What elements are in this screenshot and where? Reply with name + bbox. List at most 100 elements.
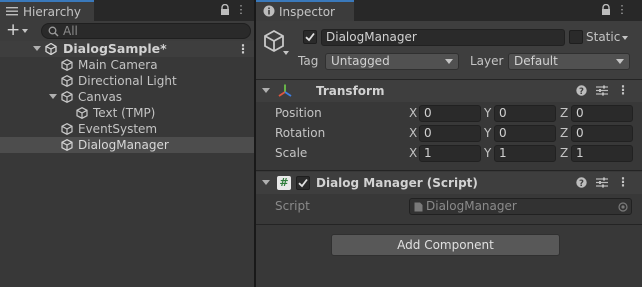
hierarchy-item-eventsystem[interactable]: EventSystem [0, 121, 254, 137]
tab-hierarchy[interactable]: Hierarchy [0, 0, 94, 21]
csharp-script-icon: # [277, 176, 291, 190]
active-toggle-checkbox[interactable] [303, 30, 317, 44]
scene-menu-icon[interactable]: ⋮ [237, 41, 249, 57]
transform-title: Transform [316, 84, 385, 98]
axis-x-label[interactable]: X [409, 105, 417, 122]
hierarchy-tab-menu-icon[interactable]: ⋮ [234, 3, 248, 17]
checkmark-icon [305, 32, 315, 42]
script-file-icon [414, 202, 423, 212]
icon-select-caret-icon[interactable] [283, 51, 289, 55]
inspector-tab-bar: Inspector ⋮ [256, 0, 642, 21]
inspector-tab-menu-icon[interactable]: ⋮ [615, 3, 629, 17]
hierarchy-item-canvas[interactable]: Canvas [0, 89, 254, 105]
axis-z-label[interactable]: Z [560, 105, 568, 122]
axis-y-label[interactable]: Y [484, 145, 491, 162]
position-label: Position [275, 106, 322, 120]
tab-hierarchy-label: Hierarchy [23, 5, 82, 19]
hierarchy-item-text-tmp[interactable]: Text (TMP) [0, 105, 254, 121]
static-checkbox[interactable] [569, 30, 583, 44]
component-menu-icon[interactable]: ⋮ [617, 175, 629, 189]
scene-row[interactable]: DialogSample* ⋮ [0, 41, 254, 57]
script-component-header[interactable]: # Dialog Manager (Script) ? ⋮ [256, 172, 642, 194]
rotation-y-field[interactable]: 0 [494, 125, 556, 142]
help-icon[interactable]: ? [576, 177, 587, 188]
position-z-field[interactable]: 0 [571, 105, 633, 122]
preset-sliders-icon[interactable] [596, 85, 608, 96]
hierarchy-toolbar: + All [0, 20, 254, 41]
scene-expand-arrow-icon[interactable] [33, 46, 41, 51]
create-dropdown-caret-icon[interactable] [22, 29, 28, 33]
rotation-x-field[interactable]: 0 [419, 125, 481, 142]
axis-y-label[interactable]: Y [484, 105, 491, 122]
lock-icon[interactable] [601, 4, 611, 16]
search-placeholder: All [63, 24, 78, 38]
gameobject-cube-icon [61, 139, 73, 151]
tab-inspector-label: Inspector [279, 5, 335, 19]
transform-axes-icon [278, 84, 292, 97]
object-name-field[interactable]: DialogManager [321, 29, 565, 46]
gameobject-cube-icon [61, 59, 73, 71]
object-picker-icon [618, 202, 628, 212]
hamburger-list-icon [6, 7, 18, 16]
tab-inspector[interactable]: Inspector [256, 0, 354, 21]
scale-x-field[interactable]: 1 [419, 145, 481, 162]
gameobject-cube-icon [61, 75, 73, 87]
position-x-field[interactable]: 0 [419, 105, 481, 122]
transform-header[interactable]: Transform ? ⋮ [256, 80, 642, 102]
hierarchy-tab-bar: Hierarchy ⋮ [0, 0, 254, 21]
axis-z-label[interactable]: Z [560, 125, 568, 142]
lock-icon[interactable] [220, 4, 230, 16]
static-label: Static [586, 30, 621, 44]
gameobject-large-cube-icon[interactable] [262, 29, 286, 53]
hierarchy-item-label: Text (TMP) [93, 106, 156, 120]
axis-x-label[interactable]: X [409, 145, 417, 162]
script-enabled-checkbox[interactable] [296, 176, 310, 190]
canvas-expand-arrow-icon[interactable] [49, 94, 57, 99]
gameobject-cube-icon [61, 123, 73, 135]
hierarchy-item-dialogmanager[interactable]: DialogManager [0, 137, 254, 153]
rotation-z-field[interactable]: 0 [571, 125, 633, 142]
transform-separator [256, 170, 642, 171]
hierarchy-item-label: EventSystem [78, 122, 158, 136]
search-icon [48, 26, 59, 37]
hierarchy-item-label: DialogManager [78, 138, 169, 152]
hierarchy-panel: Hierarchy ⋮ + All DialogSample* ⋮ Main C… [0, 0, 254, 287]
svg-text:?: ? [579, 87, 584, 96]
preset-sliders-icon[interactable] [596, 177, 608, 188]
add-component-button[interactable]: Add Component [331, 234, 560, 256]
script-label: Script [275, 199, 310, 213]
svg-text:?: ? [579, 179, 584, 188]
transform-foldout-arrow-icon[interactable] [262, 88, 270, 93]
chevron-down-icon [445, 59, 453, 64]
unity-scene-icon [45, 43, 57, 55]
scene-name: DialogSample* [63, 41, 167, 56]
rotation-label: Rotation [275, 126, 326, 140]
create-plus-icon[interactable]: + [6, 20, 20, 40]
gameobject-cube-icon [61, 91, 73, 103]
axis-x-label[interactable]: X [409, 125, 417, 142]
layer-label: Layer [470, 54, 504, 68]
hierarchy-item-label: Main Camera [78, 58, 158, 72]
hierarchy-search-input[interactable]: All [41, 23, 251, 39]
hierarchy-item-directional-light[interactable]: Directional Light [0, 73, 254, 89]
help-icon[interactable]: ? [576, 85, 587, 96]
scale-z-field[interactable]: 1 [571, 145, 633, 162]
scale-y-field[interactable]: 1 [494, 145, 556, 162]
position-y-field[interactable]: 0 [494, 105, 556, 122]
hierarchy-item-main-camera[interactable]: Main Camera [0, 57, 254, 73]
inspector-panel: Inspector ⋮ DialogManager Static Tag Unt… [256, 0, 642, 287]
script-separator [256, 224, 642, 225]
tag-dropdown[interactable]: Untagged [325, 53, 459, 70]
axis-z-label[interactable]: Z [560, 145, 568, 162]
chevron-down-icon [616, 59, 624, 64]
script-reference-field: DialogManager [409, 198, 632, 215]
gameobject-cube-icon [76, 107, 88, 119]
static-dropdown-caret-icon[interactable] [622, 36, 628, 40]
script-foldout-arrow-icon[interactable] [262, 180, 270, 185]
axis-y-label[interactable]: Y [484, 125, 491, 142]
layer-value: Default [514, 54, 558, 68]
layer-dropdown[interactable]: Default [508, 53, 630, 70]
script-reference-value: DialogManager [426, 199, 517, 213]
component-menu-icon[interactable]: ⋮ [617, 83, 629, 97]
info-circle-icon [263, 5, 275, 17]
